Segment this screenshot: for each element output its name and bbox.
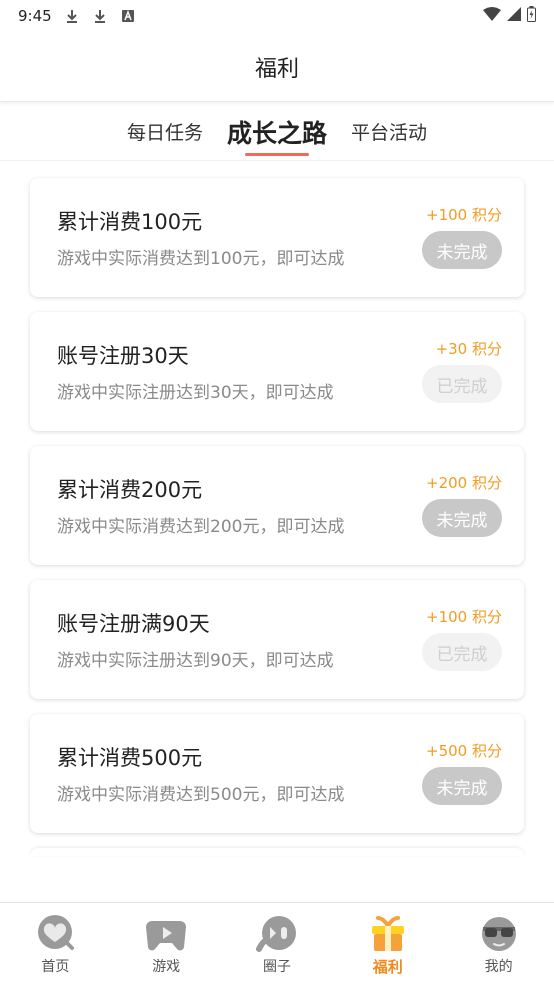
download-icon xyxy=(94,9,106,23)
tab-platform-events[interactable]: 平台活动 xyxy=(351,118,427,145)
task-description: 游戏中实际注册达到30天，即可达成 xyxy=(57,383,334,403)
nav-label: 游戏 xyxy=(152,959,181,975)
task-points: +100 积分 xyxy=(426,608,502,626)
chat-bubble-icon xyxy=(255,915,299,953)
nav-profile[interactable]: 我的 xyxy=(444,903,554,976)
task-status-button[interactable]: 未完成 xyxy=(422,499,502,537)
nav-label: 圈子 xyxy=(262,959,291,975)
task-description: 游戏中实际注册达到90天，即可达成 xyxy=(57,651,334,671)
nav-label: 首页 xyxy=(41,959,70,975)
app-a-icon xyxy=(121,9,134,23)
tab-label: 成长之路 xyxy=(226,118,327,148)
task-card: 账号注册满90天 游戏中实际注册达到90天，即可达成 +100 积分 已完成 xyxy=(30,580,524,699)
task-title: 账号注册30天 xyxy=(57,344,189,368)
gift-icon xyxy=(366,915,410,953)
page-title: 福利 xyxy=(254,56,299,82)
bottom-navigation: 首页 游戏 圈子 福利 我的 xyxy=(0,902,554,984)
nav-games[interactable]: 游戏 xyxy=(111,903,221,976)
task-card: 累计消费200元 游戏中实际消费达到200元，即可达成 +200 积分 未完成 xyxy=(30,446,524,565)
task-status-button[interactable]: 已完成 xyxy=(422,365,502,403)
status-time: 9:45 xyxy=(18,7,52,25)
wifi-icon xyxy=(483,7,501,25)
task-title: 累计消费100元 xyxy=(57,210,203,234)
download-icon xyxy=(66,9,78,23)
task-points: +200 积分 xyxy=(426,474,502,492)
nav-home[interactable]: 首页 xyxy=(0,903,110,976)
task-points: +500 积分 xyxy=(426,742,502,760)
tab-growth-path[interactable]: 成长之路 xyxy=(226,114,327,156)
task-points: +100 积分 xyxy=(426,206,502,224)
task-title: 累计消费200元 xyxy=(57,478,203,502)
nav-label: 我的 xyxy=(484,959,513,975)
tab-bar: 每日任务 成长之路 平台活动 xyxy=(0,103,554,161)
task-description: 游戏中实际消费达到100元，即可达成 xyxy=(57,249,345,269)
task-card: 账号注册30天 游戏中实际注册达到30天，即可达成 +30 积分 已完成 xyxy=(30,312,524,431)
active-tab-indicator xyxy=(244,152,309,156)
next-task-card-edge xyxy=(30,848,524,856)
gamepad-icon xyxy=(144,915,188,953)
task-status-button[interactable]: 已完成 xyxy=(422,633,502,671)
task-card: 累计消费100元 游戏中实际消费达到100元，即可达成 +100 积分 未完成 xyxy=(30,178,524,297)
task-status-button[interactable]: 未完成 xyxy=(422,767,502,805)
cellular-signal-icon xyxy=(507,7,521,25)
profile-face-icon xyxy=(477,915,521,953)
page-header: 福利 xyxy=(0,32,554,102)
task-status-button[interactable]: 未完成 xyxy=(422,231,502,269)
task-card: 累计消费500元 游戏中实际消费达到500元，即可达成 +500 积分 未完成 xyxy=(30,714,524,833)
task-description: 游戏中实际消费达到200元，即可达成 xyxy=(57,517,345,537)
task-points: +30 积分 xyxy=(435,340,502,358)
tab-label: 平台活动 xyxy=(351,122,428,144)
nav-label: 福利 xyxy=(372,958,403,976)
battery-icon xyxy=(527,6,536,26)
task-title: 账号注册满90天 xyxy=(57,612,210,636)
nav-circle[interactable]: 圈子 xyxy=(222,903,332,976)
nav-welfare[interactable]: 福利 xyxy=(333,903,443,977)
home-heart-icon xyxy=(33,915,77,953)
status-bar: 9:45 xyxy=(0,0,554,32)
tab-daily-tasks[interactable]: 每日任务 xyxy=(127,118,203,145)
tab-label: 每日任务 xyxy=(126,122,203,144)
task-description: 游戏中实际消费达到500元，即可达成 xyxy=(57,785,345,805)
task-title: 累计消费500元 xyxy=(57,746,203,770)
